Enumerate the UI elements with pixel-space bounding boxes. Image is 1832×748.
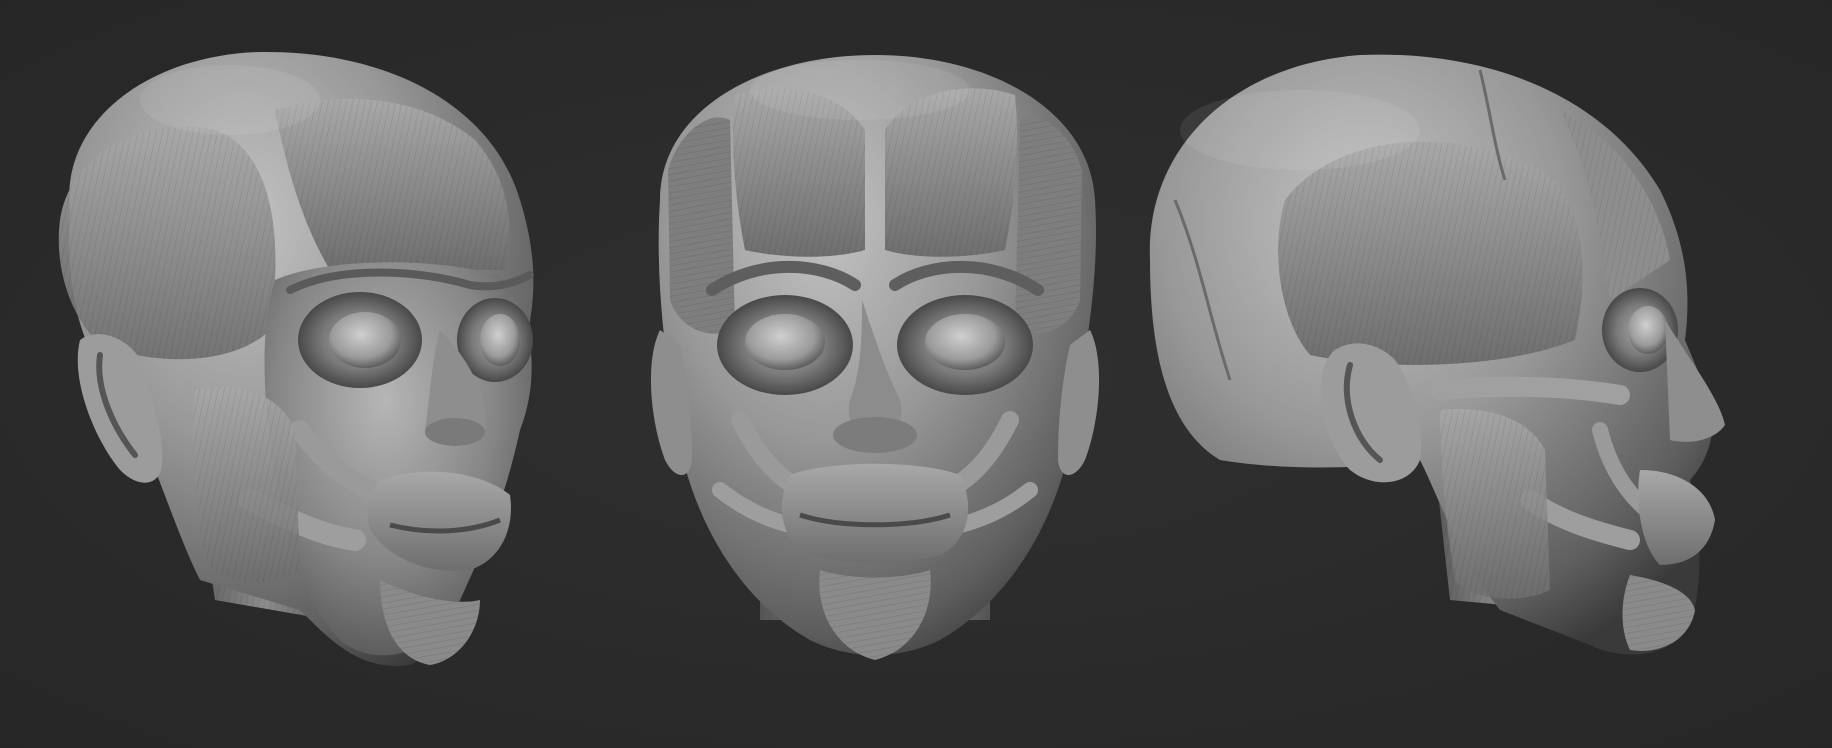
sculpt-viewport: [0, 0, 1832, 748]
sculpt-render: [0, 0, 1832, 748]
